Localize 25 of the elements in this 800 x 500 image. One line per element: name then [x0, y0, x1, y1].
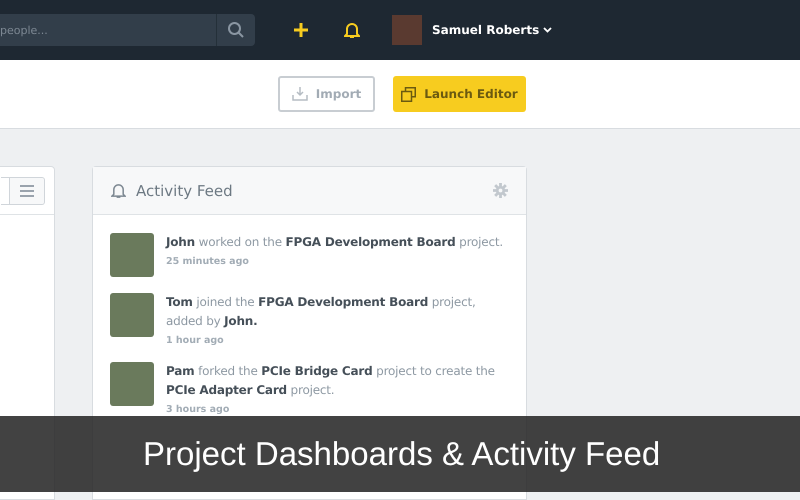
search-field[interactable]: people...	[0, 14, 216, 46]
download-icon	[292, 87, 308, 101]
activity-text: Pam forked the PCIe Bridge Card project to create the PCIe Adapter Card project.	[166, 363, 496, 399]
activity-text: John worked on the FPGA Development Board project.	[166, 234, 504, 251]
timestamp: 1 hour ago	[166, 335, 225, 346]
windows-icon	[401, 86, 416, 102]
chevron-down-icon	[543, 27, 552, 33]
import-button[interactable]: Import	[278, 76, 375, 112]
search-button[interactable]	[216, 14, 255, 46]
bell-icon[interactable]	[344, 22, 360, 38]
card-title: Activity Feed	[136, 182, 234, 200]
bell-icon	[111, 182, 126, 198]
user-menu[interactable]: Samuel Roberts	[428, 21, 556, 39]
avatar	[110, 233, 154, 277]
list-view-button[interactable]	[10, 176, 45, 204]
plus-icon[interactable]	[293, 22, 309, 38]
activity-text: Tom joined the FPGA Development Board project, added by John.	[166, 294, 477, 330]
caption: Project Dashboards & Activity Feed	[143, 435, 660, 473]
list-icon	[20, 184, 34, 196]
launch-button[interactable]: Launch Editor	[393, 76, 526, 112]
search-icon[interactable]	[227, 21, 245, 39]
timestamp: 25 minutes ago	[166, 256, 250, 267]
avatar	[110, 293, 154, 337]
avatar	[110, 362, 154, 406]
timestamp: 3 hours ago	[166, 404, 230, 415]
